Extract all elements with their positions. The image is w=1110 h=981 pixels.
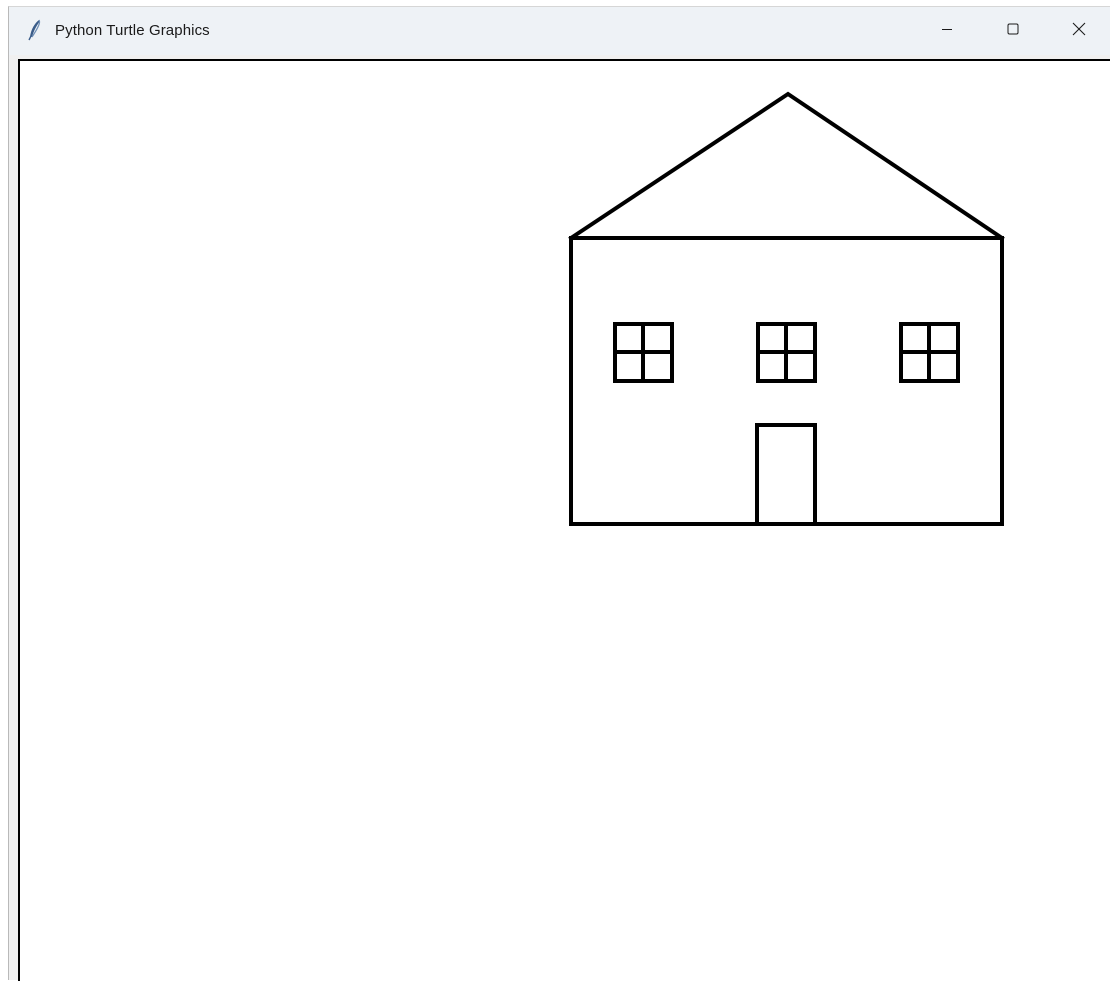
title-bar[interactable]: Python Turtle Graphics: [9, 7, 1110, 55]
turtle-canvas[interactable]: [18, 59, 1110, 981]
close-button[interactable]: [1047, 7, 1110, 55]
turtle-window: Python Turtle Graphics: [8, 6, 1110, 981]
maximize-button[interactable]: [981, 7, 1045, 55]
window-right: [899, 322, 960, 383]
minimize-icon: [941, 22, 953, 40]
window-title: Python Turtle Graphics: [55, 22, 210, 39]
maximize-icon: [1007, 22, 1019, 40]
house-roof: [568, 91, 1005, 241]
window-left: [613, 322, 674, 383]
minimize-button[interactable]: [915, 7, 979, 55]
house-door: [755, 423, 817, 526]
feather-icon: [26, 19, 44, 41]
window-middle: [756, 322, 817, 383]
close-icon: [1072, 22, 1086, 41]
house-drawing: [568, 91, 1005, 526]
